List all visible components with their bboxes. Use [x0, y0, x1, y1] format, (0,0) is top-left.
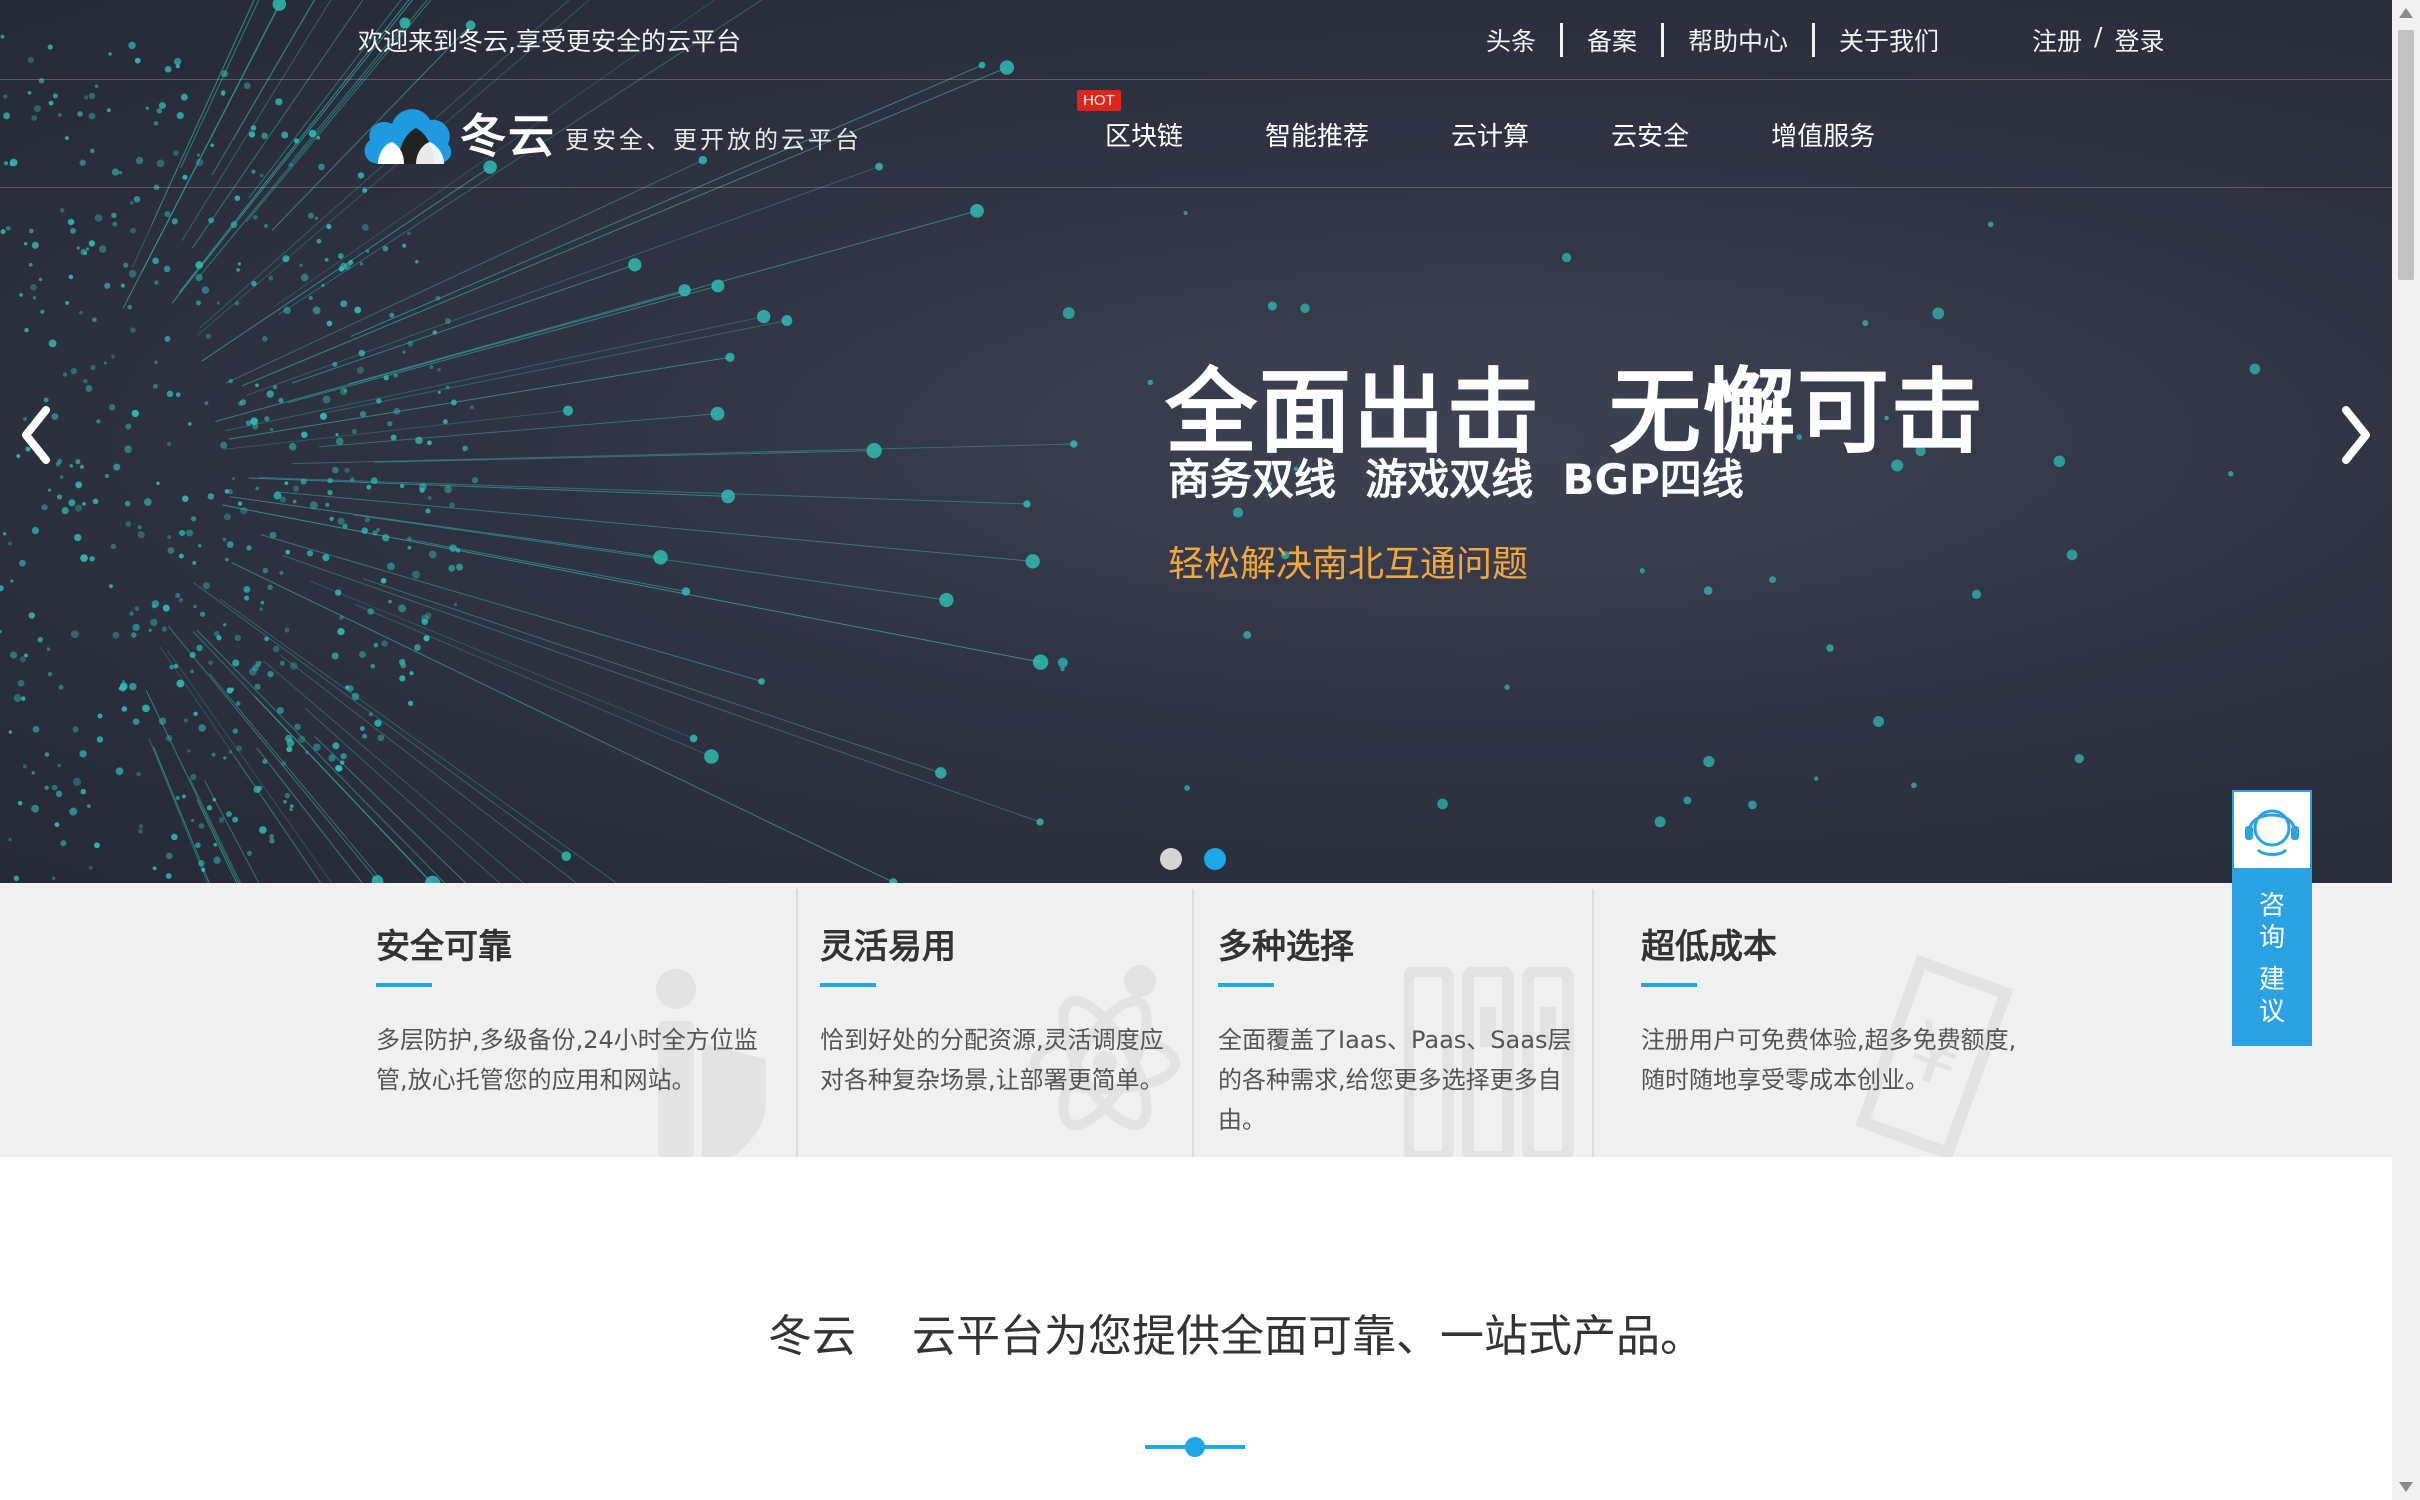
carousel-dots: [1160, 848, 1226, 870]
scrollbar-thumb[interactable]: [2398, 30, 2414, 280]
features-strip: 安全可靠 多层防护,多级备份,24小时全方位监 管,放心托管您的应用和网站。 灵…: [0, 883, 2392, 1157]
feature-underline: [1218, 983, 1274, 987]
logo[interactable]: 冬云: [358, 98, 556, 168]
consult-char: 建: [2258, 965, 2285, 995]
consult-char: 议: [2258, 997, 2285, 1027]
feature-desc-line: 多层防护,多级备份,24小时全方位监: [376, 1026, 758, 1054]
nav-item-label: 区块链: [1105, 122, 1184, 152]
nav-item-recommend[interactable]: 智能推荐: [1265, 116, 1369, 153]
top-link-about[interactable]: 关于我们: [1815, 22, 1963, 58]
feature-desc: 注册用户可免费体验,超多免费额度, 随时随地享受零成本创业。: [1641, 1020, 2016, 1100]
chevron-left-icon[interactable]: [16, 400, 56, 470]
consult-label: 咨 询 建 议: [2232, 890, 2312, 1028]
feature-desc-line: 注册用户可免费体验,超多免费额度,: [1641, 1026, 2017, 1054]
feature-underline: [376, 983, 432, 987]
feature-desc-line: 由。: [1218, 1106, 1266, 1134]
products-intro-heading: 冬云 云平台为您提供全面可靠、一站式产品。: [768, 1311, 1704, 1362]
top-link-help[interactable]: 帮助中心: [1664, 22, 1812, 58]
top-links: 头条 备案 帮助中心 关于我们: [1462, 22, 1963, 58]
scroll-down-arrow-icon[interactable]: [2399, 1482, 2413, 1492]
feature-underline: [820, 983, 876, 987]
feature-divider: [1192, 889, 1194, 1157]
hero-banner: 欢迎来到冬云,享受更安全的云平台 头条 备案 帮助中心 关于我们 注册 / 登录…: [0, 0, 2392, 883]
slogan: 更安全、更开放的云平台: [565, 126, 862, 154]
feature-desc: 多层防护,多级备份,24小时全方位监 管,放心托管您的应用和网站。: [376, 1020, 758, 1100]
carousel-dot-1[interactable]: [1160, 848, 1182, 870]
register-link[interactable]: 注册: [2032, 22, 2082, 58]
feature-title: 超低成本: [1641, 927, 1777, 967]
auth-links: 注册 / 登录: [2032, 22, 2164, 58]
hero-tagline: 轻松解决南北互通问题: [1168, 544, 1529, 585]
carousel-dot-2[interactable]: [1204, 848, 1226, 870]
main-nav: 冬云 更安全、更开放的云平台 HOT 区块链 智能推荐 云计算 云安全 增值服务: [0, 80, 2392, 188]
logo-text: 冬云: [460, 109, 556, 163]
headset-icon: [2245, 809, 2299, 856]
hot-badge: HOT: [1077, 90, 1121, 111]
nav-item-cloud-security[interactable]: 云安全: [1611, 116, 1689, 153]
consult-char: 咨: [2258, 891, 2285, 921]
feature-desc-line: 恰到好处的分配资源,灵活调度应: [820, 1026, 1164, 1054]
auth-separator: /: [2094, 22, 2103, 51]
scroll-up-arrow-icon[interactable]: [2399, 8, 2413, 18]
feature-desc-line: 管,放心托管您的应用和网站。: [376, 1066, 696, 1094]
nav-menu: HOT 区块链 智能推荐 云计算 云安全 增值服务: [1077, 90, 1875, 153]
feature-card-low-cost[interactable]: ¥ 超低成本 注册用户可免费体验,超多免费额度, 随时随地享受零成本创业。: [1641, 883, 2041, 1157]
welcome-text: 欢迎来到冬云,享受更安全的云平台: [358, 27, 741, 56]
section-divider-icon: [1145, 1437, 1245, 1457]
consult-icon-box: [2232, 790, 2312, 870]
feature-underline: [1641, 983, 1697, 987]
feature-card-secure[interactable]: 安全可靠 多层防护,多级备份,24小时全方位监 管,放心托管您的应用和网站。: [376, 883, 796, 1157]
feature-card-choices[interactable]: 多种选择 全面覆盖了Iaas、Paas、Saas层 的各种需求,给您更多选择更多…: [1218, 883, 1592, 1157]
login-link[interactable]: 登录: [2114, 22, 2164, 58]
feature-desc: 恰到好处的分配资源,灵活调度应 对各种复杂场景,让部署更简单。: [820, 1020, 1164, 1100]
chevron-right-icon[interactable]: [2336, 400, 2376, 470]
feature-desc-line: 的各种需求,给您更多选择更多自: [1218, 1066, 1562, 1094]
feature-title: 多种选择: [1218, 927, 1354, 967]
consult-float-button[interactable]: 咨 询 建 议: [2232, 790, 2312, 1046]
feature-title: 安全可靠: [376, 927, 512, 967]
hero-subline: 商务双线 游戏双线 BGP四线: [1168, 455, 1744, 504]
nav-item-cloud-computing[interactable]: 云计算: [1451, 116, 1529, 153]
cloud-logo-icon: [364, 109, 452, 164]
feature-card-flexible[interactable]: 灵活易用 恰到好处的分配资源,灵活调度应 对各种复杂场景,让部署更简单。: [820, 883, 1190, 1157]
top-bar: 欢迎来到冬云,享受更安全的云平台 头条 备案 帮助中心 关于我们 注册 / 登录: [0, 0, 2392, 80]
feature-desc-line: 随时随地享受零成本创业。: [1641, 1066, 1929, 1094]
feature-divider: [1592, 889, 1594, 1157]
top-link-news[interactable]: 头条: [1462, 22, 1560, 58]
feature-title: 灵活易用: [820, 927, 956, 967]
top-link-icp[interactable]: 备案: [1563, 22, 1661, 58]
consult-char: 询: [2258, 923, 2285, 953]
feature-desc: 全面覆盖了Iaas、Paas、Saas层 的各种需求,给您更多选择更多自 由。: [1218, 1020, 1571, 1140]
nav-item-value-added[interactable]: 增值服务: [1771, 116, 1875, 153]
feature-desc-line: 全面覆盖了Iaas、Paas、Saas层: [1218, 1026, 1572, 1054]
feature-desc-line: 对各种复杂场景,让部署更简单。: [820, 1066, 1164, 1094]
page-scrollbar[interactable]: [2392, 0, 2420, 1500]
feature-divider: [796, 889, 798, 1157]
nav-item-blockchain[interactable]: HOT 区块链: [1077, 90, 1184, 153]
